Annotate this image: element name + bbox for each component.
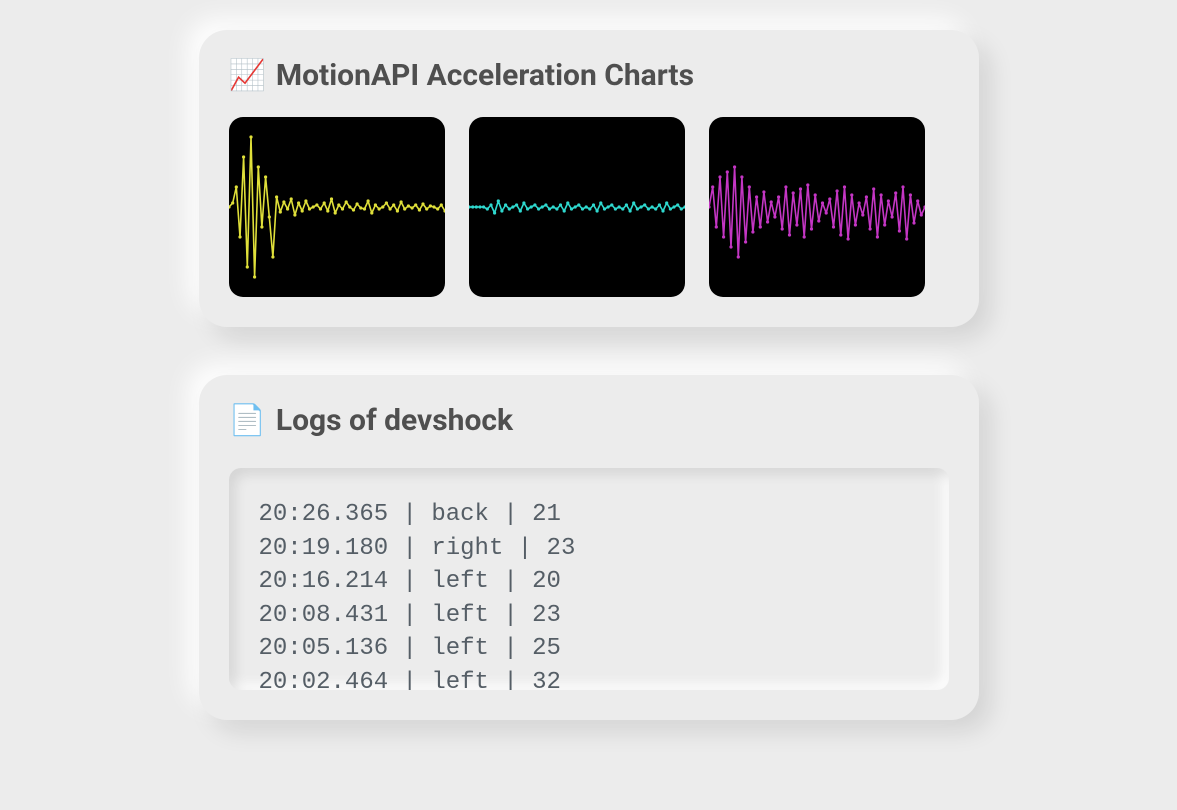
charts-card-title-text: MotionAPI Acceleration Charts <box>276 58 694 93</box>
chart-svg <box>709 117 925 297</box>
logs-panel[interactable]: 20:26.365 | back | 2120:19.180 | right |… <box>229 468 949 690</box>
log-line: 20:02.464 | left | 32 <box>259 666 919 690</box>
charts-row <box>229 117 949 297</box>
logs-icon: 📄 <box>229 406 266 436</box>
charts-card-title: 📈 MotionAPI Acceleration Charts <box>229 58 949 93</box>
charts-card: 📈 MotionAPI Acceleration Charts <box>199 30 979 327</box>
logs-card: 📄 Logs of devshock 20:26.365 | back | 21… <box>199 375 979 720</box>
log-line: 20:19.180 | right | 23 <box>259 532 919 566</box>
log-line: 20:08.431 | left | 23 <box>259 599 919 633</box>
logs-card-title: 📄 Logs of devshock <box>229 403 949 438</box>
log-line: 20:05.136 | left | 25 <box>259 632 919 666</box>
log-line: 20:26.365 | back | 21 <box>259 498 919 532</box>
chart-icon: 📈 <box>229 61 266 91</box>
chart-accel-y <box>469 117 685 297</box>
chart-svg <box>469 117 685 297</box>
chart-svg <box>229 117 445 297</box>
log-line: 20:16.214 | left | 20 <box>259 565 919 599</box>
logs-card-title-text: Logs of devshock <box>276 403 513 438</box>
chart-accel-x <box>229 117 445 297</box>
chart-accel-z <box>709 117 925 297</box>
